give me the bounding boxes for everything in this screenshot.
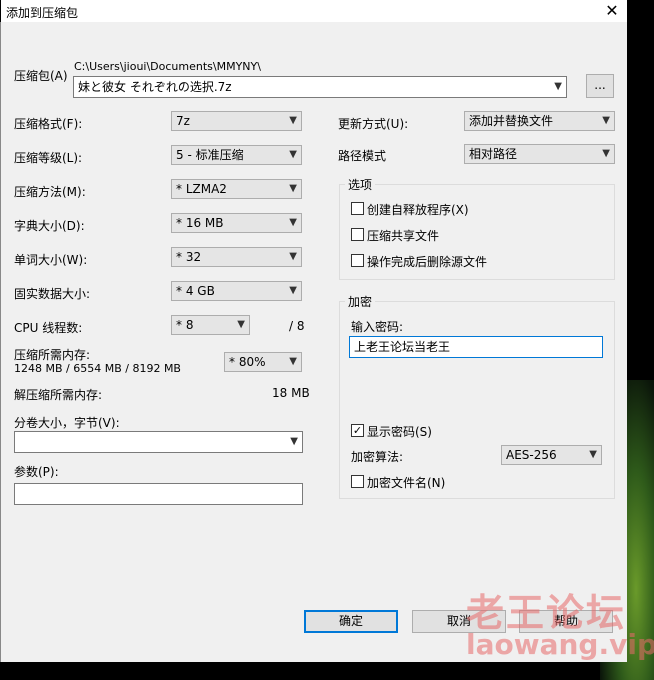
archive-label: 压缩包(A)	[14, 69, 68, 83]
chevron-down-icon: ▼	[289, 183, 297, 194]
decomp-value: 18 MB	[272, 386, 310, 400]
level-select[interactable]: 5 - 标准压缩 ▼	[171, 145, 302, 165]
enc-method-label: 加密算法:	[351, 450, 404, 464]
sfx-label: 创建自释放程序(X)	[367, 203, 469, 217]
word-select[interactable]: * 32 ▼	[171, 247, 302, 267]
word-value: * 32	[176, 250, 202, 264]
close-icon[interactable]: ✕	[601, 1, 623, 21]
dict-select[interactable]: * 16 MB ▼	[171, 213, 302, 233]
browse-button[interactable]: ...	[586, 74, 614, 98]
update-value: 添加并替换文件	[469, 114, 554, 128]
mem-label: 压缩所需内存:	[14, 348, 91, 362]
chevron-down-icon: ▼	[289, 217, 297, 228]
update-select[interactable]: 添加并替换文件 ▼	[464, 111, 615, 131]
method-label: 压缩方法(M):	[14, 185, 86, 199]
chevron-down-icon: ▼	[602, 115, 610, 126]
archive-path: C:\Users\jioui\Documents\MMYNY\	[74, 60, 261, 73]
password-label: 输入密码:	[351, 320, 404, 334]
title-bar: 添加到压缩包 ✕	[1, 0, 627, 22]
show-password-checkbox[interactable]: ✓	[351, 424, 364, 437]
split-select[interactable]: ▼	[14, 431, 303, 453]
chevron-down-icon: ▼	[289, 149, 297, 160]
decomp-label: 解压缩所需内存:	[14, 388, 103, 402]
enc-method-value: AES-256	[506, 448, 557, 462]
pathmode-select[interactable]: 相对路径 ▼	[464, 144, 615, 164]
level-value: 5 - 标准压缩	[176, 148, 244, 162]
cpu-total: / 8	[289, 319, 305, 333]
show-password-label: 显示密码(S)	[367, 425, 432, 439]
watermark-url: laowang.vip	[466, 628, 654, 661]
solid-value: * 4 GB	[176, 284, 215, 298]
chevron-down-icon: ▼	[237, 319, 245, 330]
password-input[interactable]: 上老王论坛当老王	[349, 336, 603, 358]
add-to-archive-dialog: 添加到压缩包 ✕ 压缩包(A) C:\Users\jioui\Documents…	[0, 0, 627, 662]
method-value: * LZMA2	[176, 182, 227, 196]
word-label: 单词大小(W):	[14, 253, 88, 267]
update-label: 更新方式(U):	[338, 117, 409, 131]
delete-label: 操作完成后删除源文件	[367, 255, 488, 269]
format-value: 7z	[176, 114, 190, 128]
chevron-down-icon: ▼	[602, 148, 610, 159]
chevron-down-icon: ▼	[289, 285, 297, 296]
chevron-down-icon: ▼	[554, 81, 562, 92]
method-select[interactable]: * LZMA2 ▼	[171, 179, 302, 199]
encrypt-names-checkbox[interactable]	[351, 475, 364, 488]
archive-name-combo[interactable]: 妹と彼女 それぞれの选択.7z ▼	[73, 76, 567, 98]
mem-value: * 80%	[229, 355, 266, 369]
cpu-select[interactable]: * 8 ▼	[171, 315, 250, 335]
enc-method-select[interactable]: AES-256 ▼	[501, 445, 602, 465]
ok-button[interactable]: 确定	[304, 610, 398, 633]
mem-detail: 1248 MB / 6554 MB / 8192 MB	[14, 362, 181, 375]
chevron-down-icon: ▼	[589, 449, 597, 460]
mem-select[interactable]: * 80% ▼	[224, 352, 302, 372]
params-label: 参数(P):	[14, 465, 59, 479]
cpu-label: CPU 线程数:	[14, 321, 83, 335]
params-input[interactable]	[14, 483, 303, 505]
dict-label: 字典大小(D):	[14, 219, 85, 233]
shared-label: 压缩共享文件	[367, 229, 440, 243]
window-title: 添加到压缩包	[6, 6, 79, 20]
format-select[interactable]: 7z ▼	[171, 111, 302, 131]
shared-checkbox[interactable]	[351, 228, 364, 241]
solid-label: 固实数据大小:	[14, 287, 91, 301]
chevron-down-icon: ▼	[289, 115, 297, 126]
sfx-checkbox[interactable]	[351, 202, 364, 215]
encrypt-names-label: 加密文件名(N)	[367, 476, 446, 490]
chevron-down-icon: ▼	[289, 356, 297, 367]
dict-value: * 16 MB	[176, 216, 224, 230]
chevron-down-icon: ▼	[290, 436, 298, 447]
cpu-value: * 8	[176, 318, 194, 332]
options-title: 选项	[345, 176, 376, 193]
solid-select[interactable]: * 4 GB ▼	[171, 281, 302, 301]
delete-checkbox[interactable]	[351, 254, 364, 267]
chevron-down-icon: ▼	[289, 251, 297, 262]
encryption-title: 加密	[345, 293, 376, 310]
split-label: 分卷大小，字节(V):	[14, 416, 120, 430]
archive-filename: 妹と彼女 それぞれの选択.7z	[78, 80, 232, 94]
pathmode-value: 相对路径	[469, 147, 518, 161]
level-label: 压缩等级(L):	[14, 151, 83, 165]
pathmode-label: 路径模式	[338, 149, 387, 163]
format-label: 压缩格式(F):	[14, 117, 83, 131]
